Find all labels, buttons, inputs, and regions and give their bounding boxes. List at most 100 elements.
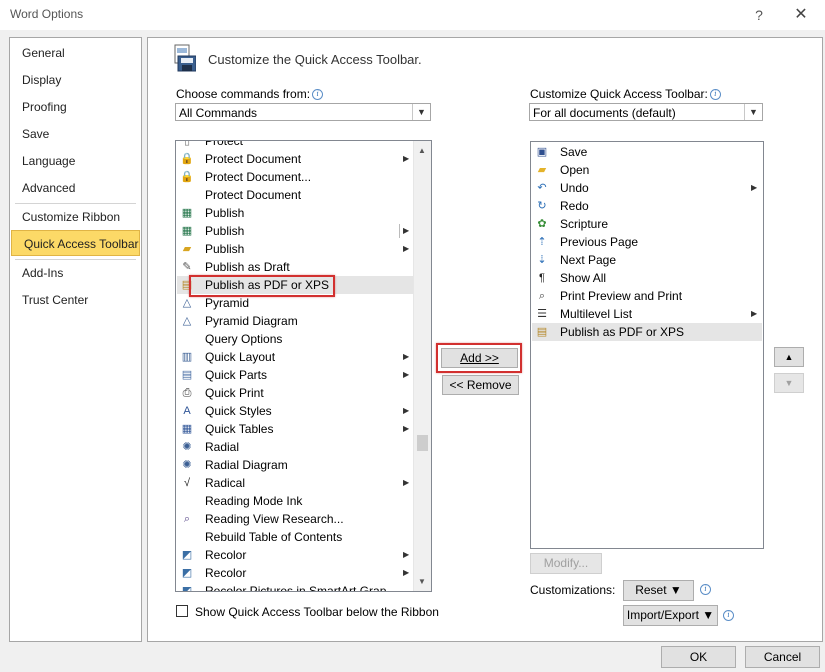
info-icon[interactable]: i: [312, 89, 324, 101]
nav-item-language[interactable]: Language: [10, 148, 141, 174]
list-item[interactable]: ▯ Protect: [177, 141, 413, 150]
submenu-arrow-icon: ▶: [751, 309, 758, 318]
list-item-label: Query Options: [205, 332, 283, 346]
customize-toolbar-label: Customize Quick Access Toolbar: i: [530, 87, 721, 101]
lock-doc-icon: 🔒: [180, 153, 194, 165]
list-item[interactable]: △ Pyramid Diagram: [177, 312, 413, 330]
scroll-up-arrow-icon[interactable]: ▲: [414, 143, 430, 159]
list-item[interactable]: Protect Document: [177, 186, 413, 204]
list-item[interactable]: A Quick Styles ▶: [177, 402, 413, 420]
info-icon[interactable]: i: [700, 584, 711, 595]
pdf-icon: ▤: [536, 326, 548, 338]
nav-item-advanced[interactable]: Advanced: [10, 175, 141, 201]
list-item[interactable]: ▦ Quick Tables ▶: [177, 420, 413, 438]
close-button[interactable]: ✕: [790, 4, 812, 26]
show-below-ribbon-checkbox[interactable]: [176, 605, 188, 617]
list-item[interactable]: ↶ Undo ▶: [532, 179, 762, 197]
list-item[interactable]: ◩ Recolor ▶: [177, 546, 413, 564]
move-down-button[interactable]: ▼: [774, 373, 804, 393]
list-item-label: Radical: [205, 476, 246, 490]
nav-item-display[interactable]: Display: [10, 67, 141, 93]
redo-icon: ↻: [537, 200, 547, 212]
quick-access-toolbar-icon: [172, 44, 197, 72]
cancel-button[interactable]: Cancel: [745, 646, 820, 668]
list-item-label: Recolor: [205, 566, 247, 580]
options-nav: General Display Proofing Save Language A…: [9, 37, 142, 642]
commands-scrollbar[interactable]: ▲ ▼: [413, 141, 431, 591]
list-item[interactable]: √ Radical ▶: [177, 474, 413, 492]
open-folder-icon: ▰: [537, 164, 547, 176]
chevron-down-icon[interactable]: ▼: [412, 104, 430, 120]
list-item-label: Pyramid Diagram: [205, 314, 298, 328]
list-item[interactable]: Query Options: [177, 330, 413, 348]
commands-list[interactable]: ▯ Protect 🔒 Protect Document ▶ 🔒 Protect Docum…: [175, 140, 432, 592]
list-item-label: Quick Tables: [205, 422, 274, 436]
nav-item-quick-access-toolbar[interactable]: Quick Access Toolbar: [11, 230, 140, 256]
toolbar-commands-list[interactable]: ▣ Save ▰ Open ↶ Undo ▶ ↻ Redo ✿ Scripture ⇡ Previous…: [530, 141, 764, 549]
scripture-icon: ✿: [537, 218, 547, 230]
list-item[interactable]: ◩ Recolor ▶: [177, 564, 413, 582]
choose-commands-combo[interactable]: All Commands ▼: [175, 103, 431, 121]
list-item[interactable]: ☰ Multilevel List ▶: [532, 305, 762, 323]
nav-item-customize-ribbon[interactable]: Customize Ribbon: [10, 204, 141, 230]
list-item[interactable]: ▰ Open: [532, 161, 762, 179]
scroll-down-arrow-icon[interactable]: ▼: [414, 574, 430, 590]
list-item[interactable]: ⌕ Print Preview and Print: [532, 287, 762, 305]
nav-item-proofing[interactable]: Proofing: [10, 94, 141, 120]
list-item[interactable]: ✺ Radial: [177, 438, 413, 456]
chevron-down-icon[interactable]: ▼: [744, 104, 762, 120]
list-item[interactable]: ▦ Publish ▶: [177, 222, 413, 240]
list-item[interactable]: ⎙ Quick Print: [177, 384, 413, 402]
modify-button[interactable]: Modify...: [530, 553, 602, 574]
lock-doc-icon: 🔒: [180, 171, 194, 183]
import-export-button[interactable]: Import/Export ▼: [623, 605, 718, 626]
choose-commands-label-text: Choose commands from:: [176, 87, 311, 101]
submenu-arrow-icon: ▶: [403, 406, 410, 415]
list-item[interactable]: ▰ Publish ▶: [177, 240, 413, 258]
list-item[interactable]: 🔒 Protect Document...: [177, 168, 413, 186]
ok-button[interactable]: OK: [661, 646, 736, 668]
list-item[interactable]: ▦ Publish: [177, 204, 413, 222]
move-up-button[interactable]: ▲: [774, 347, 804, 367]
list-item[interactable]: ⇡ Previous Page: [532, 233, 762, 251]
info-icon[interactable]: i: [723, 610, 734, 621]
add-button[interactable]: Add >>: [441, 348, 518, 368]
reset-button[interactable]: Reset ▼: [623, 580, 694, 601]
list-item[interactable]: ▤ Publish as PDF or XPS: [532, 323, 762, 341]
submenu-arrow-icon: ▶: [403, 244, 410, 253]
list-item[interactable]: ✿ Scripture: [532, 215, 762, 233]
list-item[interactable]: 🔒 Protect Document ▶: [177, 150, 413, 168]
list-item[interactable]: ▣ Save: [532, 143, 762, 161]
list-item[interactable]: ◩ Recolor Pictures in SmartArt Grap: [177, 582, 413, 591]
previous-page-icon: ⇡: [537, 236, 547, 248]
show-below-ribbon-label[interactable]: Show Quick Access Toolbar below the Ribb…: [195, 605, 439, 619]
scroll-thumb[interactable]: [417, 435, 428, 451]
list-item[interactable]: ▤ Quick Parts ▶: [177, 366, 413, 384]
undo-icon: ↶: [537, 182, 547, 194]
info-icon[interactable]: i: [709, 89, 721, 101]
list-item[interactable]: ¶ Show All: [532, 269, 762, 287]
customize-toolbar-combo[interactable]: For all documents (default) ▼: [529, 103, 763, 121]
list-item[interactable]: ✎ Publish as Draft: [177, 258, 413, 276]
remove-button[interactable]: << Remove: [442, 375, 519, 395]
submenu-arrow-icon: ▶: [403, 568, 410, 577]
add-button-label: Add >>: [460, 351, 499, 365]
submenu-arrow-icon: ▶: [403, 550, 410, 559]
nav-item-general[interactable]: General: [10, 40, 141, 66]
submenu-arrow-icon: ▶: [403, 352, 410, 361]
list-item-label: Quick Layout: [205, 350, 276, 364]
list-item[interactable]: ↻ Redo: [532, 197, 762, 215]
customize-toolbar-value: For all documents (default): [533, 106, 676, 120]
list-item-label: Quick Print: [205, 386, 264, 400]
list-item[interactable]: ⌕ Reading View Research...: [177, 510, 413, 528]
list-item[interactable]: ▥ Quick Layout ▶: [177, 348, 413, 366]
recolor-icon: ◩: [181, 549, 193, 561]
list-item[interactable]: Rebuild Table of Contents: [177, 528, 413, 546]
list-item[interactable]: Reading Mode Ink: [177, 492, 413, 510]
nav-item-add-ins[interactable]: Add-Ins: [10, 260, 141, 286]
nav-item-save[interactable]: Save: [10, 121, 141, 147]
help-button[interactable]: ?: [748, 4, 770, 26]
list-item[interactable]: ⇣ Next Page: [532, 251, 762, 269]
nav-item-trust-center[interactable]: Trust Center: [10, 287, 141, 313]
list-item[interactable]: ✺ Radial Diagram: [177, 456, 413, 474]
